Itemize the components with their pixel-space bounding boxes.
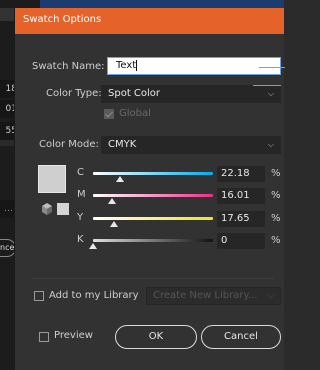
percent-label: % bbox=[271, 213, 281, 224]
swatch-options-dialog: Swatch Options Swatch Name: Text Color T… bbox=[14, 8, 285, 370]
channel-label-y: Y bbox=[77, 212, 84, 223]
cancel-button[interactable]: Cancel bbox=[201, 325, 281, 349]
ok-button[interactable]: OK bbox=[115, 325, 197, 349]
channel-label-m: M bbox=[77, 189, 86, 200]
percent-label: % bbox=[271, 235, 281, 246]
accent-line bbox=[259, 67, 285, 68]
color-mode-select[interactable]: CMYK ⌵ bbox=[101, 136, 281, 154]
chevron-down-icon: ⌵ bbox=[267, 140, 274, 149]
background-ellipsis: … bbox=[0, 200, 14, 218]
channel-value-c[interactable]: 22.18 bbox=[217, 166, 265, 182]
slider-thumb-k[interactable] bbox=[89, 243, 97, 249]
channel-label-c: C bbox=[77, 167, 84, 178]
channel-value-m[interactable]: 16.01 bbox=[217, 188, 265, 204]
library-select[interactable]: Create New Library... ⌵ bbox=[146, 287, 281, 305]
chevron-down-icon: ⌵ bbox=[267, 89, 274, 98]
percent-label: % bbox=[271, 190, 281, 201]
slider-thumb-m[interactable] bbox=[108, 198, 117, 204]
accent-line bbox=[253, 85, 281, 86]
slider-thumb-c[interactable] bbox=[115, 176, 124, 182]
slider-track-m[interactable] bbox=[93, 194, 213, 197]
chevron-down-icon: ⌵ bbox=[267, 291, 274, 300]
add-to-library-label: Add to my Library bbox=[49, 290, 139, 301]
color-type-select[interactable]: Spot Color ⌵ bbox=[101, 85, 281, 103]
channel-value-y[interactable]: 17.65 bbox=[217, 211, 265, 227]
preview-label: Preview bbox=[54, 330, 93, 341]
dialog-title: Swatch Options bbox=[15, 8, 284, 34]
out-of-gamut-cube-icon[interactable] bbox=[41, 202, 53, 216]
divider bbox=[31, 278, 274, 279]
color-preview-swatch bbox=[38, 165, 66, 193]
slider-thumb-y[interactable] bbox=[110, 221, 119, 227]
swatch-name-input[interactable]: Text bbox=[107, 57, 281, 75]
background-window-strip bbox=[0, 0, 284, 8]
channel-value-k[interactable]: 0 bbox=[217, 233, 265, 249]
slider-track-c[interactable] bbox=[93, 172, 213, 175]
channel-label-k: K bbox=[77, 234, 84, 245]
slider-track-y[interactable] bbox=[93, 217, 213, 220]
text-caret bbox=[136, 59, 138, 71]
global-checkbox[interactable] bbox=[104, 109, 114, 119]
swatch-name-label: Swatch Name: bbox=[32, 61, 105, 72]
percent-label: % bbox=[271, 168, 281, 179]
color-type-label: Color Type: bbox=[46, 88, 102, 99]
add-to-library-checkbox[interactable] bbox=[34, 291, 44, 301]
color-mode-value: CMYK bbox=[108, 139, 137, 150]
global-label: Global bbox=[119, 108, 151, 119]
library-placeholder: Create New Library... bbox=[153, 290, 258, 301]
color-mode-label: Color Mode: bbox=[39, 139, 99, 150]
gamut-swatch[interactable] bbox=[57, 203, 69, 215]
swatch-name-value: Text bbox=[116, 60, 137, 71]
slider-track-k[interactable] bbox=[93, 239, 213, 242]
color-type-value: Spot Color bbox=[108, 88, 161, 99]
preview-checkbox[interactable] bbox=[39, 332, 49, 342]
